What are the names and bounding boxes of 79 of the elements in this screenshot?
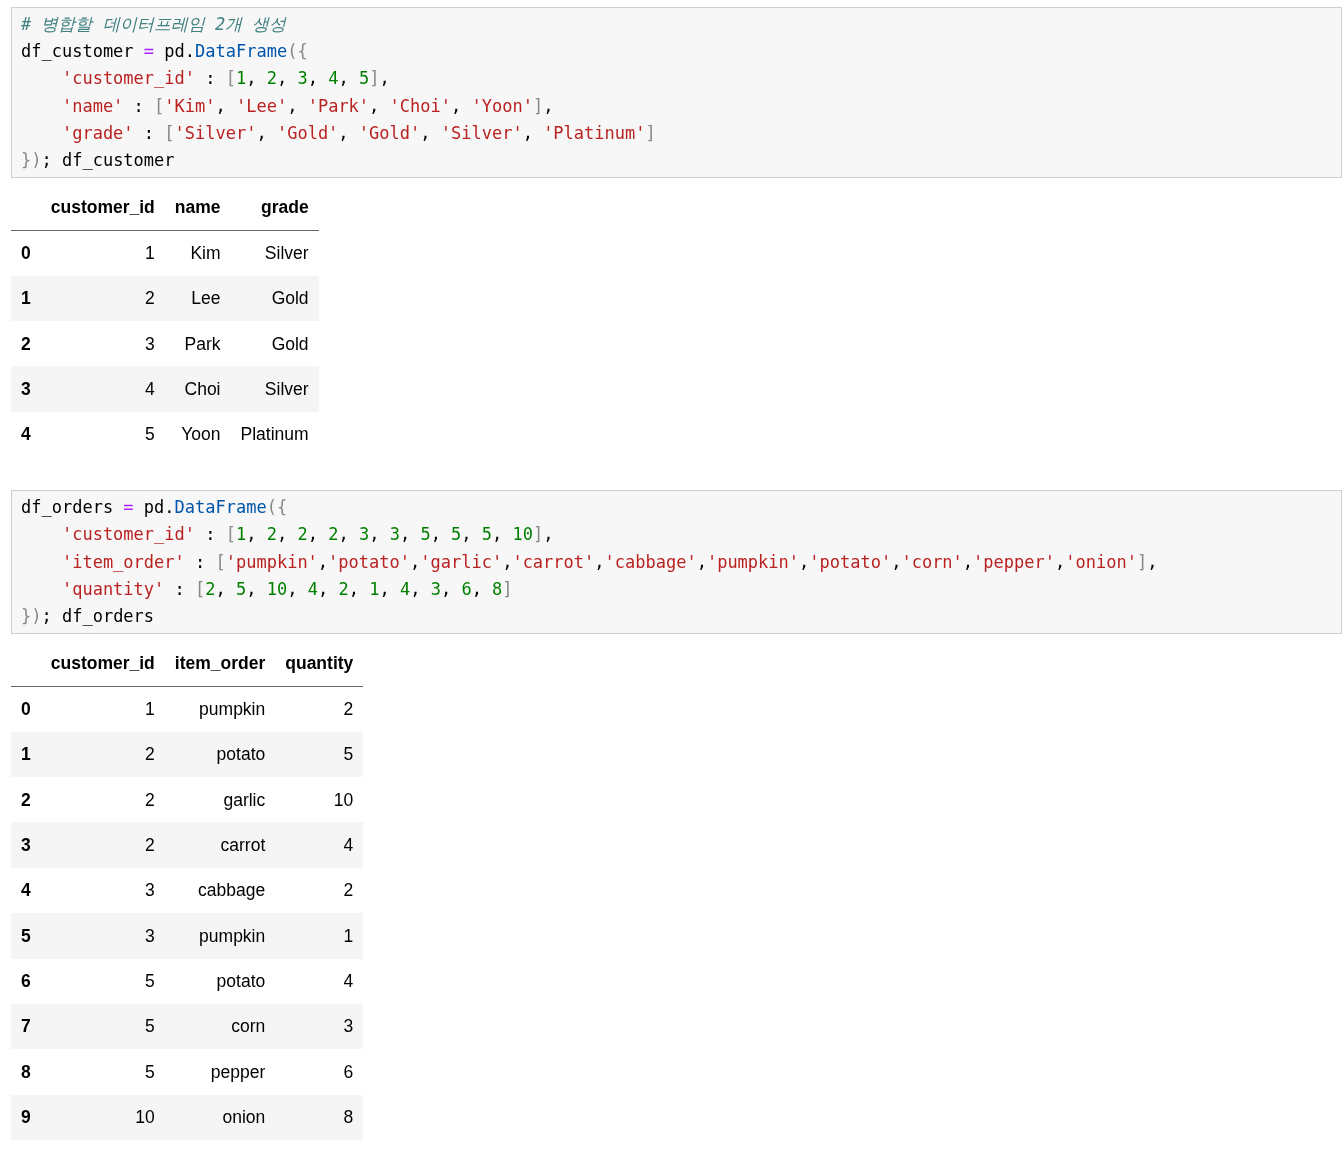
column-header: quantity (275, 640, 364, 687)
table-cell: 2 (275, 686, 364, 732)
table-cell: 10 (275, 776, 364, 823)
table-cell: pumpkin (164, 686, 276, 732)
table-cell: potato (164, 731, 276, 777)
table-cell: corn (164, 1003, 276, 1050)
column-header: customer_id (40, 184, 165, 231)
column-header: customer_id (40, 640, 165, 687)
table-cell: garlic (164, 776, 276, 823)
code-line: 'name' : ['Kim', 'Lee', 'Park', 'Choi', 'Yoon'], (60, 94, 555, 118)
code-line: # 병합할 데이터프레임 2개 생성 (21, 13, 288, 36)
row-index: 3 (11, 366, 41, 412)
table-cell: Platinum (230, 411, 319, 458)
row-index: 2 (11, 776, 41, 823)
table-cell: 2 (40, 776, 165, 823)
row-index: 9 (11, 1094, 41, 1141)
table-cell: Silver (230, 366, 319, 412)
row-index: 5 (11, 913, 41, 959)
code-line: 'customer_id' : [1, 2, 2, 2, 3, 3, 5, 5, 5, 10], (60, 523, 555, 547)
table-cell: Park (164, 321, 231, 367)
table-cell: Gold (230, 275, 319, 321)
table-cell: 1 (40, 686, 165, 732)
code-line: 'grade' : ['Silver', 'Gold', 'Gold', 'Silver', 'Platinum'] (60, 121, 657, 145)
row-index: 0 (11, 686, 41, 732)
row-index: 6 (11, 958, 41, 1004)
row-index: 0 (11, 230, 41, 276)
table-cell: Silver (230, 230, 319, 276)
row-index: 4 (11, 411, 41, 458)
table-cell: 3 (275, 1003, 364, 1050)
row-index: 4 (11, 867, 41, 914)
table-cell: potato (164, 958, 276, 1004)
row-index: 8 (11, 1049, 41, 1095)
table-cell: 10 (40, 1094, 165, 1141)
row-index: 1 (11, 731, 41, 777)
table-cell: pumpkin (164, 913, 276, 959)
table-cell: 5 (275, 731, 364, 777)
table-cell: 5 (40, 958, 165, 1004)
table-cell: 1 (40, 230, 165, 276)
table-cell: 8 (275, 1094, 364, 1141)
code-line: }); df_orders (21, 605, 156, 628)
code-cell[interactable] (11, 490, 1342, 635)
row-index: 3 (11, 822, 41, 868)
table-cell: pepper (164, 1049, 276, 1095)
code-cell[interactable] (11, 7, 1342, 179)
table-cell: 2 (275, 867, 364, 914)
table-cell: onion (164, 1094, 276, 1141)
table-cell: 2 (40, 822, 165, 868)
code-line: df_orders = pd.DataFrame({ (21, 496, 289, 520)
column-header: name (164, 184, 231, 231)
table-cell: 3 (40, 913, 165, 959)
table-cell: 5 (40, 1049, 165, 1095)
table-cell: 4 (275, 822, 364, 868)
table-cell: 3 (40, 867, 165, 914)
code-line: df_customer = pd.DataFrame({ (21, 40, 309, 64)
table-cell: Kim (164, 230, 231, 276)
table-cell: 4 (40, 366, 165, 412)
table-cell: 4 (275, 958, 364, 1004)
table-cell: carrot (164, 822, 276, 868)
table-cell: Choi (164, 366, 231, 412)
code-line: }); df_customer (21, 149, 176, 172)
table-cell: 2 (40, 731, 165, 777)
table-cell: Lee (164, 275, 231, 321)
code-line: 'customer_id' : [1, 2, 3, 4, 5], (60, 67, 391, 91)
table-cell: cabbage (164, 867, 276, 914)
column-header: grade (230, 184, 319, 231)
table-cell: 5 (40, 411, 165, 458)
row-index: 2 (11, 321, 41, 367)
table-cell: 1 (275, 913, 364, 959)
table-cell: 3 (40, 321, 165, 367)
table-cell: 2 (40, 275, 165, 321)
table-cell: 5 (40, 1003, 165, 1050)
row-index: 1 (11, 275, 41, 321)
table-cell: Yoon (164, 411, 231, 458)
code-line: 'quantity' : [2, 5, 10, 4, 2, 1, 4, 3, 6, 8] (60, 577, 514, 601)
table-cell: 6 (275, 1049, 364, 1095)
code-line: 'item_order' : ['pumpkin','potato','garlic','carrot','cabbage','pumpkin','potato','corn','pepper','onion'], (60, 550, 1159, 574)
column-header: item_order (164, 640, 276, 687)
row-index: 7 (11, 1003, 41, 1050)
table-cell: Gold (230, 321, 319, 367)
